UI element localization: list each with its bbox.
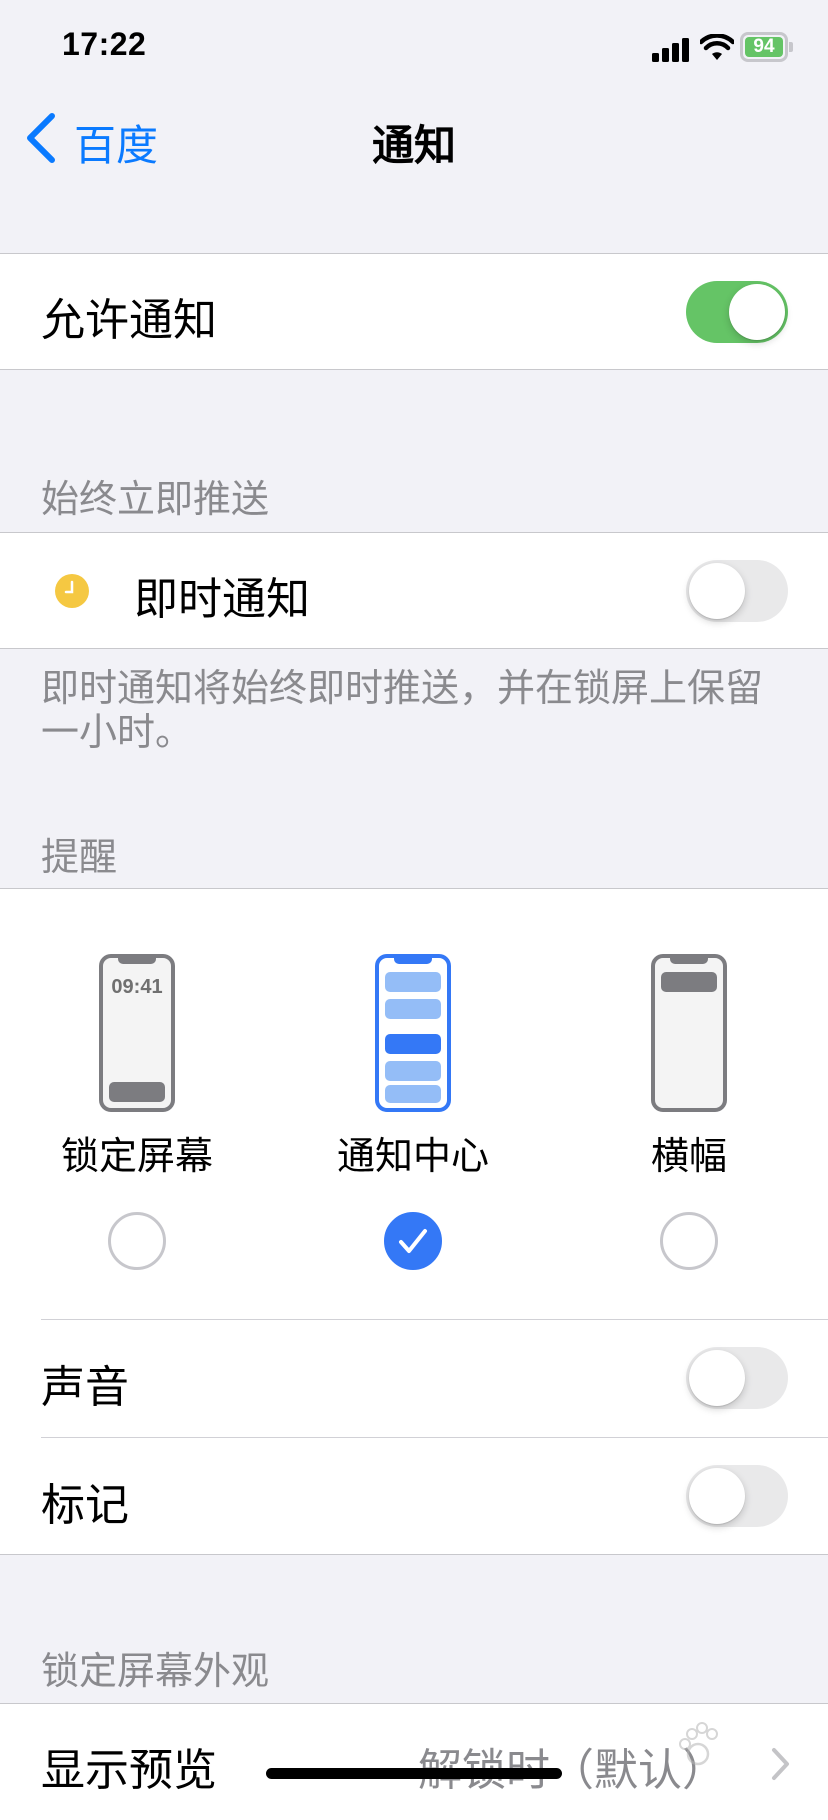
battery-icon: 94: [740, 32, 788, 62]
divider: [41, 1437, 828, 1438]
notification-bar: [385, 972, 441, 992]
lock-screen-radio[interactable]: [108, 1212, 166, 1270]
alerts-group: 09:41 锁定屏幕 通知中心 横幅 声音 标记: [0, 888, 828, 1555]
page-title: 通知: [371, 121, 456, 170]
notification-bar: [661, 972, 717, 992]
badges-toggle[interactable]: [686, 1465, 788, 1527]
notification-bar: [385, 1061, 441, 1081]
clock-icon: [55, 574, 89, 608]
battery-nub: [789, 42, 793, 52]
phone-notch: [118, 957, 156, 964]
home-indicator: [266, 1768, 562, 1779]
time-sensitive-row: 即时通知: [0, 532, 828, 649]
divider: [41, 1319, 828, 1320]
sounds-label: 声音: [41, 1362, 129, 1413]
checkmark-icon: [399, 1229, 427, 1253]
notification-bar: [385, 1085, 441, 1103]
immediate-delivery-header: 始终立即推送: [41, 477, 270, 521]
phone-notch: [394, 957, 432, 964]
allow-notifications-toggle[interactable]: [686, 281, 788, 343]
lock-screen-option-label: 锁定屏幕: [60, 1134, 213, 1178]
lock-screen-clock: 09:41: [111, 976, 163, 998]
notification-center-option-label: 通知中心: [336, 1134, 489, 1178]
time-sensitive-toggle[interactable]: [686, 560, 788, 622]
cellular-signal-icon: [652, 34, 692, 62]
banners-radio[interactable]: [660, 1212, 718, 1270]
battery-level: 94: [745, 37, 783, 57]
toggle-knob: [689, 1350, 745, 1406]
time-sensitive-label: 即时通知: [134, 574, 310, 625]
time-sensitive-footer: 即时通知将始终即时推送，并在锁屏上保留一小时。: [41, 666, 764, 754]
toggle-knob: [689, 563, 745, 619]
allow-notifications-row: 允许通知: [0, 253, 828, 370]
lock-screen-preview[interactable]: 09:41: [99, 954, 175, 1112]
badges-label: 标记: [41, 1480, 129, 1531]
notification-bar: [385, 1034, 441, 1054]
show-previews-label: 显示预览: [41, 1745, 217, 1796]
notification-center-preview[interactable]: [375, 954, 451, 1112]
allow-notifications-label: 允许通知: [41, 295, 217, 346]
notification-bar: [385, 999, 441, 1019]
banners-preview[interactable]: [651, 954, 727, 1112]
toggle-knob: [689, 1468, 745, 1524]
sounds-toggle[interactable]: [686, 1347, 788, 1409]
toggle-knob: [729, 284, 785, 340]
banners-option-label: 横幅: [650, 1134, 727, 1178]
watermark-paw-icon: [679, 1722, 718, 1766]
alerts-header: 提醒: [41, 835, 118, 879]
lock-screen-appearance-header: 锁定屏幕外观: [41, 1649, 270, 1693]
notification-bar: [109, 1082, 165, 1102]
wifi-icon: [700, 34, 734, 60]
phone-notch: [670, 957, 708, 964]
status-time: 17:22: [62, 26, 147, 62]
notification-center-radio[interactable]: [384, 1212, 442, 1270]
